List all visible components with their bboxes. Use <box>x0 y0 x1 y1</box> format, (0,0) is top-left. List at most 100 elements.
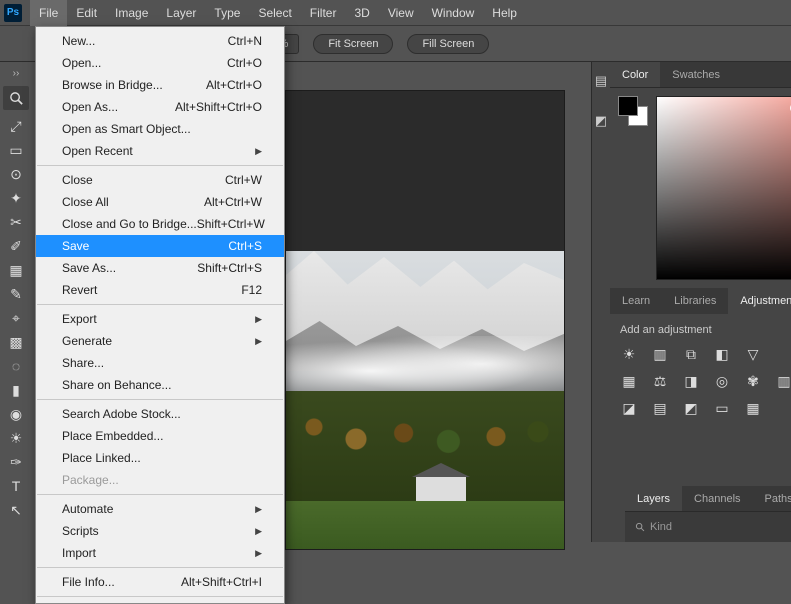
layers-panel-tabs: Layers Channels Paths <box>625 486 791 512</box>
menu-item-place-linked[interactable]: Place Linked... <box>36 447 284 469</box>
tab-channels[interactable]: Channels <box>682 486 752 511</box>
menu-item-place-embedded[interactable]: Place Embedded... <box>36 425 284 447</box>
eraser-tool[interactable]: ◌ <box>3 354 29 378</box>
menu-3d[interactable]: 3D <box>345 0 378 26</box>
threshold-icon[interactable]: ◩ <box>682 400 700 417</box>
menu-item-share[interactable]: Share... <box>36 352 284 374</box>
color-picker-field[interactable] <box>656 96 791 280</box>
zoom-tool[interactable] <box>3 86 29 110</box>
color-panel-tabs: Color Swatches <box>610 62 791 88</box>
adjustments-panel: Add an adjustment ☀ ▥ ⧉ ◧ ▽ ▦ ⚖ ◨ ◎ ✾ ▥ … <box>610 314 791 427</box>
photo-filter-icon[interactable]: ◎ <box>713 373 731 390</box>
gradient-map-icon[interactable]: ▭ <box>713 400 731 417</box>
history-panel-icon[interactable]: ▤ <box>592 72 610 90</box>
layer-filter-kind[interactable]: Kind <box>635 521 672 533</box>
menu-item-file-info[interactable]: File Info...Alt+Shift+Ctrl+I <box>36 571 284 593</box>
document-canvas[interactable] <box>285 90 565 550</box>
menu-item-export[interactable]: Export▶ <box>36 308 284 330</box>
tab-learn[interactable]: Learn <box>610 288 662 314</box>
color-panel <box>610 88 791 288</box>
menu-layer[interactable]: Layer <box>157 0 205 26</box>
tab-color[interactable]: Color <box>610 62 660 87</box>
menu-help[interactable]: Help <box>483 0 526 26</box>
tab-layers[interactable]: Layers <box>625 486 682 511</box>
hue-sat-icon[interactable]: ▦ <box>620 373 638 390</box>
clone-stamp-tool[interactable]: ⌖ <box>3 306 29 330</box>
move-tool[interactable]: ⤢ <box>3 114 29 138</box>
menu-item-close-all[interactable]: Close AllAlt+Ctrl+W <box>36 191 284 213</box>
menu-item-open-as-smart-object[interactable]: Open as Smart Object... <box>36 118 284 140</box>
exposure-icon[interactable]: ◧ <box>713 346 731 363</box>
menu-window[interactable]: Window <box>423 0 484 26</box>
menu-item-save-as[interactable]: Save As...Shift+Ctrl+S <box>36 257 284 279</box>
file-menu-dropdown: New...Ctrl+NOpen...Ctrl+OBrowse in Bridg… <box>35 26 285 604</box>
submenu-arrow-icon: ▶ <box>255 526 262 537</box>
menu-filter[interactable]: Filter <box>301 0 346 26</box>
menu-item-search-adobe-stock[interactable]: Search Adobe Stock... <box>36 403 284 425</box>
menu-item-browse-in-bridge[interactable]: Browse in Bridge...Alt+Ctrl+O <box>36 74 284 96</box>
submenu-arrow-icon: ▶ <box>255 314 262 325</box>
crop-tool[interactable]: ✂ <box>3 210 29 234</box>
levels-icon[interactable]: ▥ <box>651 346 669 363</box>
menu-item-close[interactable]: CloseCtrl+W <box>36 169 284 191</box>
menu-edit[interactable]: Edit <box>67 0 106 26</box>
fit-screen-button[interactable]: Fit Screen <box>313 34 393 54</box>
posterize-icon[interactable]: ▤ <box>651 400 669 417</box>
menu-item-revert[interactable]: RevertF12 <box>36 279 284 301</box>
menu-item-open-as[interactable]: Open As...Alt+Shift+Ctrl+O <box>36 96 284 118</box>
healing-brush-tool[interactable]: ▦ <box>3 258 29 282</box>
color-balance-icon[interactable]: ⚖ <box>651 373 669 390</box>
curves-icon[interactable]: ⧉ <box>682 346 700 363</box>
menu-item-close-and-go-to-bridge[interactable]: Close and Go to Bridge...Shift+Ctrl+W <box>36 213 284 235</box>
menu-item-automate[interactable]: Automate▶ <box>36 498 284 520</box>
fill-screen-button[interactable]: Fill Screen <box>407 34 489 54</box>
channel-mixer-icon[interactable]: ✾ <box>744 373 762 390</box>
vibrance-icon[interactable]: ▽ <box>744 346 762 363</box>
menu-file[interactable]: File <box>30 0 67 26</box>
tab-adjustments[interactable]: Adjustment <box>728 288 791 314</box>
path-selection-tool[interactable]: ↖ <box>3 498 29 522</box>
eyedropper-tool[interactable]: ✐ <box>3 234 29 258</box>
magic-wand-tool[interactable]: ✦ <box>3 186 29 210</box>
submenu-arrow-icon: ▶ <box>255 146 262 157</box>
foreground-background-swatch[interactable] <box>618 96 648 126</box>
pen-tool[interactable]: ✑ <box>3 450 29 474</box>
menu-item-new[interactable]: New...Ctrl+N <box>36 30 284 52</box>
menu-item-share-on-behance[interactable]: Share on Behance... <box>36 374 284 396</box>
menu-view[interactable]: View <box>379 0 423 26</box>
black-white-icon[interactable]: ◨ <box>682 373 700 390</box>
gradient-tool[interactable]: ▮ <box>3 378 29 402</box>
menu-item-open-recent[interactable]: Open Recent▶ <box>36 140 284 162</box>
menu-separator <box>37 494 283 495</box>
invert-icon[interactable]: ◪ <box>620 400 638 417</box>
lasso-tool[interactable]: ⊙ <box>3 162 29 186</box>
menu-separator <box>37 165 283 166</box>
history-brush-tool[interactable]: ▩ <box>3 330 29 354</box>
brightness-contrast-icon[interactable]: ☀ <box>620 346 638 363</box>
menu-item-scripts[interactable]: Scripts▶ <box>36 520 284 542</box>
type-tool[interactable]: T <box>3 474 29 498</box>
tools-expand-icon[interactable]: ›› <box>13 68 20 82</box>
dock-strip: ▤ ◩ <box>591 62 610 542</box>
properties-panel-icon[interactable]: ◩ <box>592 112 610 130</box>
brush-tool[interactable]: ✎ <box>3 282 29 306</box>
menu-item-package: Package... <box>36 469 284 491</box>
submenu-arrow-icon: ▶ <box>255 336 262 347</box>
menu-image[interactable]: Image <box>106 0 157 26</box>
menu-item-save[interactable]: SaveCtrl+S <box>36 235 284 257</box>
right-panel-area: ▤ ◩ Color Swatches Learn Libraries Adjus… <box>591 62 791 542</box>
menu-bar: Ps FileEditImageLayerTypeSelectFilter3DV… <box>0 0 791 26</box>
menu-item-open[interactable]: Open...Ctrl+O <box>36 52 284 74</box>
marquee-tool[interactable]: ▭ <box>3 138 29 162</box>
tab-swatches[interactable]: Swatches <box>660 62 732 87</box>
color-lookup-icon[interactable]: ▥ <box>775 373 791 390</box>
tab-libraries[interactable]: Libraries <box>662 288 728 314</box>
menu-item-generate[interactable]: Generate▶ <box>36 330 284 352</box>
menu-item-import[interactable]: Import▶ <box>36 542 284 564</box>
menu-type[interactable]: Type <box>205 0 249 26</box>
selective-color-icon[interactable]: ▦ <box>744 400 762 417</box>
tab-paths[interactable]: Paths <box>753 486 791 511</box>
menu-select[interactable]: Select <box>249 0 300 26</box>
blur-tool[interactable]: ◉ <box>3 402 29 426</box>
dodge-tool[interactable]: ☀ <box>3 426 29 450</box>
